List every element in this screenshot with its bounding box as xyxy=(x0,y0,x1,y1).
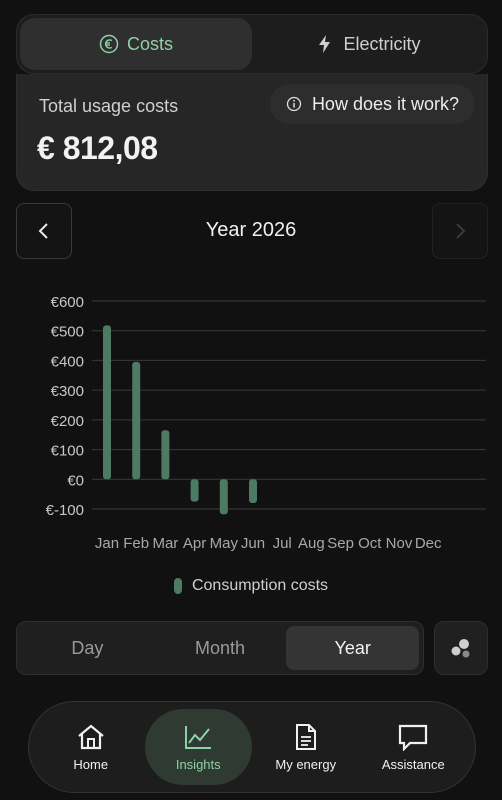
nav-home[interactable]: Home xyxy=(37,709,145,785)
x-tick-label: Feb xyxy=(123,535,149,552)
how-does-it-work-button[interactable]: How does it work? xyxy=(269,84,475,124)
nav-my-energy-label: My energy xyxy=(275,756,337,772)
chart-line-icon xyxy=(185,725,212,749)
chevron-left-icon xyxy=(38,223,48,239)
y-tick-label: €200 xyxy=(51,413,84,430)
tab-month[interactable]: Month xyxy=(154,626,287,670)
tab-costs[interactable]: Costs xyxy=(20,18,252,70)
x-tick-label: May xyxy=(210,535,239,552)
chart-bar[interactable] xyxy=(161,430,170,480)
euro-icon xyxy=(99,34,119,54)
chat-icon xyxy=(399,724,428,751)
how-does-it-work-label: How does it work? xyxy=(311,93,459,114)
nav-my-energy[interactable]: My energy xyxy=(252,709,360,785)
y-tick-label: €-100 xyxy=(46,502,84,519)
bubbles-icon xyxy=(451,639,470,658)
summary-value: € 812,08 xyxy=(37,130,158,166)
nav-assistance[interactable]: Assistance xyxy=(360,709,468,785)
x-tick-label: Dec xyxy=(415,535,442,552)
nav-insights[interactable]: Insights xyxy=(144,709,252,785)
x-tick-label: Sep xyxy=(327,535,354,552)
x-tick-label: Jul xyxy=(273,535,292,552)
chart-bar[interactable] xyxy=(103,325,111,480)
costs-bar-chart: €600 €500 €400 €300 €200 €100 €0 €-100 Jan Feb Mar… xyxy=(46,294,486,552)
tab-day[interactable]: Day xyxy=(21,626,154,670)
info-icon xyxy=(286,96,302,112)
tab-costs-label: Costs xyxy=(126,33,173,54)
previous-period-button[interactable] xyxy=(16,203,72,259)
y-tick-label: €100 xyxy=(51,443,84,460)
chart-bar[interactable] xyxy=(219,479,228,515)
top-tabs: Costs Electricity xyxy=(16,14,488,74)
bottom-navigation: Home Insights My energy Assistance xyxy=(28,701,476,793)
chart-legend: Consumption costs xyxy=(0,577,502,595)
y-tick-label: €500 xyxy=(51,324,84,341)
lightning-icon xyxy=(319,35,331,53)
x-tick-label: Mar xyxy=(152,535,178,552)
nav-assistance-label: Assistance xyxy=(381,756,445,772)
usage-summary-card: Total usage costs € 812,08 How does it w… xyxy=(16,74,488,191)
y-tick-label: €400 xyxy=(51,353,84,370)
chart-bar[interactable] xyxy=(190,479,199,502)
tab-electricity-label: Electricity xyxy=(343,33,421,54)
nav-home-label: Home xyxy=(73,756,109,772)
x-tick-label: Jun xyxy=(241,535,265,552)
compare-button[interactable] xyxy=(434,621,488,675)
chart-bar[interactable] xyxy=(249,479,257,504)
home-icon xyxy=(78,724,104,749)
nav-insights-label: Insights xyxy=(175,756,221,772)
y-tick-label: €0 xyxy=(67,472,84,489)
summary-label: Total usage costs xyxy=(39,96,179,116)
document-icon xyxy=(295,723,316,750)
legend-swatch xyxy=(173,578,182,594)
x-tick-label: Aug xyxy=(298,535,325,552)
chart-bar[interactable] xyxy=(132,361,141,480)
tab-year[interactable]: Year xyxy=(286,626,420,670)
x-tick-label: Nov xyxy=(386,535,413,552)
tab-electricity[interactable]: Electricity xyxy=(252,18,484,70)
period-selector: Day Month Year xyxy=(16,621,424,675)
legend-label: Consumption costs xyxy=(191,577,329,594)
y-tick-label: €300 xyxy=(51,383,84,400)
y-tick-label: €600 xyxy=(51,294,84,311)
x-tick-label: Jan xyxy=(95,535,119,552)
x-tick-label: Oct xyxy=(358,535,382,552)
x-tick-label: Apr xyxy=(183,535,206,552)
period-title: Year 2026 xyxy=(205,219,297,241)
next-period-button[interactable] xyxy=(432,203,488,259)
chevron-right-icon xyxy=(456,223,466,239)
